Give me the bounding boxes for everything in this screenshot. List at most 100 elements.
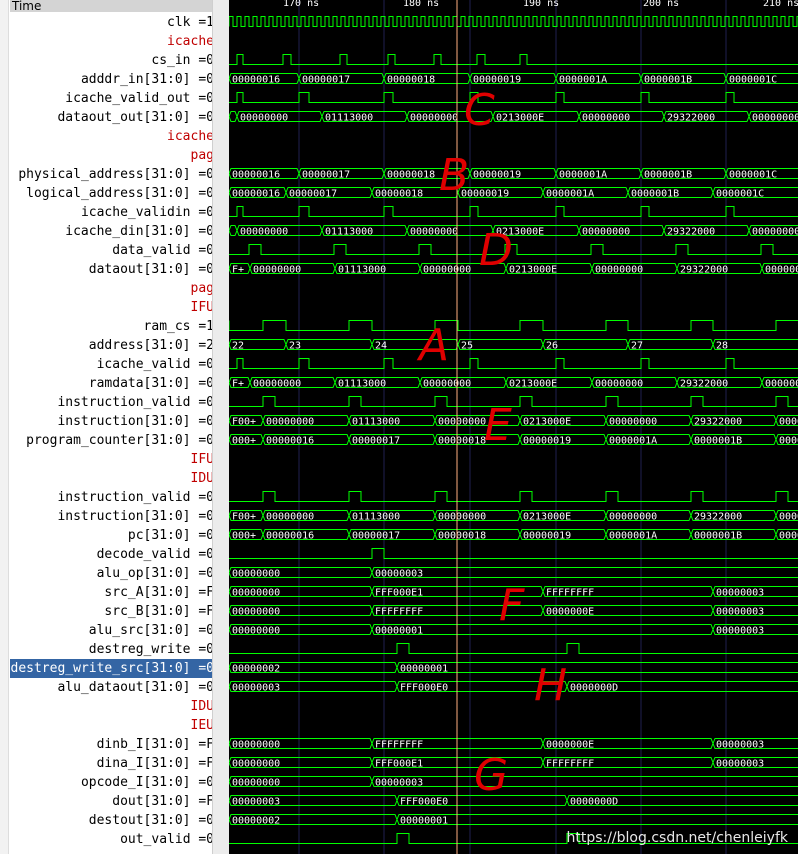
signal-name[interactable]: dataout_out[31:0] =0 (57, 108, 214, 127)
signal-name[interactable]: instruction_valid =0 (57, 393, 214, 412)
signal-name[interactable]: src_B[31:0] =F (104, 602, 214, 621)
bus-segment (229, 225, 238, 236)
bus-value: 00000000 (266, 512, 314, 523)
signal-name[interactable]: cs_in =0 (151, 51, 214, 70)
time-tick-label: 210 ns (763, 0, 798, 9)
bit-waveform (229, 548, 798, 559)
signal-name[interactable]: program_counter[31:0] =0 (26, 431, 214, 450)
waveform-canvas[interactable]: 170 ns 180 ns 190 ns 200 ns 210 ns 00000016 00… (229, 0, 798, 854)
bus-value: 28 (716, 341, 728, 352)
signal-name[interactable]: alu_src[31:0] =0 (89, 621, 214, 640)
signal-name[interactable]: icache_valid =0 (97, 355, 214, 374)
bus-value: 00000003 (232, 683, 280, 694)
bus-value: 000+ (232, 436, 256, 447)
group-label[interactable]: pag (191, 279, 214, 298)
bus-value: 0000001A (559, 170, 607, 181)
signal-name[interactable]: icache_valid_out =0 (65, 89, 214, 108)
signal-name[interactable]: pc[31:0] =0 (128, 526, 214, 545)
bus-value: 00000000 (232, 626, 280, 637)
group-label[interactable]: IDU (191, 697, 214, 716)
bus-value: 26 (546, 341, 558, 352)
bus-value: 00000018 (438, 436, 486, 447)
signal-name[interactable]: address[31:0] =2 (89, 336, 214, 355)
bus-value: 0000000E (546, 740, 594, 751)
signal-name[interactable]: icache_din[31:0] =0 (65, 222, 214, 241)
signal-name[interactable]: ramdata[31:0] =0 (89, 374, 214, 393)
signal-name[interactable]: logical_address[31:0] =0 (26, 184, 214, 203)
bus-value: 0000001A (546, 189, 594, 200)
bus-value: F00+ (232, 512, 256, 523)
bus-value: 00000002 (232, 664, 280, 675)
bus-value: 0000001C (729, 75, 777, 86)
signal-name[interactable]: out_valid =0 (120, 830, 214, 849)
signal-name[interactable]: clk =1 (167, 13, 214, 32)
group-label[interactable]: icache (167, 127, 214, 146)
bus-value: 0000001A (609, 531, 657, 542)
signal-name[interactable]: physical_address[31:0] =0 (18, 165, 214, 184)
annotation-letter: H (534, 660, 567, 711)
signal-name[interactable]: dout[31:0] =F (112, 792, 214, 811)
bus-value: 00000017 (352, 436, 400, 447)
bus-value: 00000003 (375, 778, 423, 789)
pane-splitter[interactable] (212, 0, 230, 854)
signal-name[interactable]: ram_cs =1 (144, 317, 214, 336)
signal-name[interactable]: icache_validin =0 (81, 203, 214, 222)
bus-value: 00000000 (410, 113, 458, 124)
signal-name[interactable]: src_A[31:0] =F (104, 583, 214, 602)
annotation-letter: B (439, 150, 469, 201)
bus-value: 00000017 (302, 170, 350, 181)
annotation-letter: G (474, 750, 508, 801)
signal-name[interactable]: opcode_I[31:0] =0 (81, 773, 214, 792)
bus-value: 00000000 (410, 227, 458, 238)
waveform-viewer[interactable]: 170 ns 180 ns 190 ns 200 ns 210 ns 00000016 00… (229, 0, 798, 854)
signal-name[interactable]: destreg_write =0 (89, 640, 214, 659)
signal-name[interactable]: destreg_write_src[31:0] =0 (10, 658, 214, 678)
signal-name[interactable]: instruction[31:0] =0 (57, 507, 214, 526)
bus-value: 00000003 (375, 569, 423, 580)
signal-name[interactable]: instruction[31:0] =0 (57, 412, 214, 431)
signal-name[interactable]: dataout[31:0] =0 (89, 260, 214, 279)
bus-value: 00000001 (375, 626, 423, 637)
bus-value: 00000000 (595, 265, 643, 276)
bus-value: 0213000E (509, 265, 557, 276)
bus-value: 00000000 (765, 265, 798, 276)
bus-value: FFF000E1 (375, 759, 423, 770)
bus-value: 0000 (779, 512, 798, 523)
bus-value: 29322000 (667, 227, 715, 238)
signal-name[interactable]: data_valid =0 (112, 241, 214, 260)
group-label[interactable]: IFU (191, 298, 214, 317)
bus-value: 27 (631, 341, 643, 352)
bus-value: 00000000 (232, 740, 280, 751)
group-label[interactable]: IFU (191, 450, 214, 469)
bit-waveform (229, 643, 798, 654)
bus-value: 24 (375, 341, 387, 352)
bus-value: 00000018 (375, 189, 423, 200)
group-label[interactable]: pag (191, 146, 214, 165)
bus-value: 0000 (779, 417, 798, 428)
bus-value: FFFFFFFF (375, 740, 423, 751)
signal-name[interactable]: decode_valid =0 (97, 545, 214, 564)
signal-name[interactable]: instruction_valid =0 (57, 488, 214, 507)
signal-name[interactable]: destout[31:0] =0 (89, 811, 214, 830)
bus-value: FFF000E0 (400, 683, 448, 694)
bus-value: 00000000 (232, 569, 280, 580)
bus-value: 0000000E (546, 607, 594, 618)
signal-name[interactable]: adddr_in[31:0] =0 (81, 70, 214, 89)
group-label[interactable]: IEU (191, 716, 214, 735)
bus-value: 00000000 (752, 113, 798, 124)
bus-value: 00000000 (752, 227, 798, 238)
signal-name[interactable]: dinb_I[31:0] =F (97, 735, 214, 754)
signal-name[interactable]: alu_op[31:0] =0 (97, 564, 214, 583)
bus-value: FFFFFFFF (375, 607, 423, 618)
bus-value: 00000019 (473, 75, 521, 86)
bus-segment (371, 567, 798, 578)
bus-value: 000+ (232, 531, 256, 542)
group-label[interactable]: icache (167, 32, 214, 51)
group-label[interactable]: IDU (191, 469, 214, 488)
signal-name[interactable]: dina_I[31:0] =F (97, 754, 214, 773)
bus-value: 00000003 (716, 626, 764, 637)
bus-value: 00000000 (232, 759, 280, 770)
signal-name[interactable]: alu_dataout[31:0] =0 (57, 678, 214, 697)
watermark: https://blog.csdn.net/chenleiyfk (566, 830, 788, 846)
time-column-header: Time (10, 0, 214, 12)
